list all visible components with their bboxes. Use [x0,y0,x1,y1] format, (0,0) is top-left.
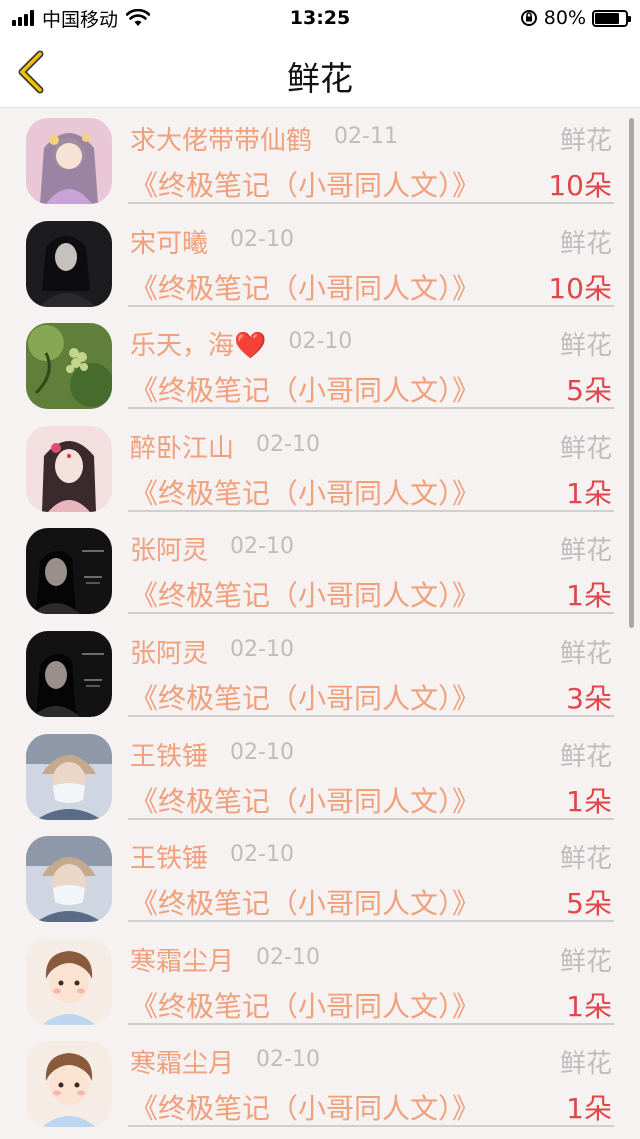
flower-count: 1朵 [566,1092,612,1126]
user-name[interactable]: 张阿灵 [130,633,208,670]
book-title-link[interactable]: 《终极笔记（小哥同人文）》 [130,882,480,922]
page-title: 鲜花 [287,59,353,98]
user-name[interactable]: 寒霜尘月 [130,941,234,978]
avatar[interactable] [26,733,112,820]
user-name[interactable]: 求大佬带带仙鹤 [130,120,312,157]
book-title-link[interactable]: 《终极笔记（小哥同人文）》 [130,1087,480,1127]
user-name[interactable]: 张阿灵 [130,530,208,567]
scrollbar[interactable] [629,118,634,628]
flower-count: 10朵 [548,169,612,202]
book-title-link[interactable]: 《终极笔记（小哥同人文）》 [130,677,480,717]
flower-count: 3朵 [566,681,612,715]
gift-type: 鲜花 [559,844,612,875]
list-item[interactable]: 寒霜尘月 02-10 鲜花《终极笔记（小哥同人文）》 1朵 [0,1031,640,1134]
gift-date: 02-11 [334,124,398,149]
avatar[interactable] [26,630,112,717]
avatar[interactable] [26,1041,112,1128]
user-name[interactable]: 王铁锤 [130,736,208,773]
user-name[interactable]: 王铁锤 [130,838,208,875]
divider [128,920,614,923]
gift-type: 鲜花 [559,536,612,567]
gift-date: 02-10 [256,431,320,457]
flower-count: 1朵 [566,476,612,510]
avatar[interactable] [26,323,112,410]
gift-type: 鲜花 [559,946,612,977]
avatar[interactable] [26,938,112,1025]
avatar[interactable] [26,528,112,615]
nav-bar: 鲜花 [0,36,640,108]
flower-count: 1朵 [566,579,612,613]
avatar[interactable] [26,118,112,204]
rotation-lock-icon [520,10,537,26]
avatar[interactable] [26,425,112,512]
gift-date: 02-10 [230,534,294,560]
user-name[interactable]: 乐天，海❤️ [130,325,266,362]
list-item[interactable]: 王铁锤 02-10 鲜花《终极笔记（小哥同人文）》 5朵 [0,826,640,929]
gift-type: 鲜花 [559,741,612,772]
gift-type: 鲜花 [559,228,612,259]
list-item[interactable]: 寒霜尘月 02-10 鲜花《终极笔记（小哥同人文）》 1朵 [0,929,640,1032]
list-item[interactable]: 求大佬带带仙鹤 02-11 鲜花《终极笔记（小哥同人文）》 10朵 [0,108,640,211]
gift-type: 鲜花 [559,1049,612,1080]
list-item[interactable]: 张阿灵 02-10 鲜花《终极笔记（小哥同人文）》 3朵 [0,621,640,724]
book-title-link[interactable]: 《终极笔记（小哥同人文）》 [130,472,480,512]
gift-date: 02-10 [230,842,294,868]
list-item[interactable]: 王铁锤 02-10 鲜花《终极笔记（小哥同人文）》 1朵 [0,724,640,827]
gift-date: 02-10 [230,739,294,765]
gift-type: 鲜花 [559,638,612,669]
divider [128,509,614,512]
book-title-link[interactable]: 《终极笔记（小哥同人文）》 [130,574,480,614]
book-title-link[interactable]: 《终极笔记（小哥同人文）》 [130,985,480,1025]
battery-icon [592,9,631,27]
status-left: 中国移动 [12,5,151,32]
divider [128,407,614,410]
gift-type: 鲜花 [559,126,612,156]
carrier-label: 中国移动 [42,8,119,31]
book-title-link[interactable]: 《终极笔记（小哥同人文）》 [130,267,480,307]
divider [128,304,614,307]
gift-type: 鲜花 [559,433,612,464]
signal-icon [12,10,34,26]
list-item[interactable]: 乐天，海❤️ 02-10 鲜花《终极笔记（小哥同人文）》 5朵 [0,313,640,416]
flower-count: 5朵 [566,374,612,408]
wifi-icon [126,9,151,26]
gift-date: 02-10 [230,636,294,662]
divider [128,714,614,717]
flower-count: 10朵 [548,271,612,305]
divider [128,1022,614,1025]
flower-count: 1朵 [566,989,612,1023]
divider [128,612,614,615]
avatar[interactable] [26,836,112,923]
status-right: 80% [520,7,631,29]
gift-list[interactable]: 求大佬带带仙鹤 02-11 鲜花 《终极笔记（小哥同人文）》 10朵 宋可曦 02-10 鲜花… [0,108,640,1139]
gift-date: 02-10 [256,944,320,970]
divider [128,202,614,204]
list-item[interactable]: 宋可曦 02-10 鲜花《终极笔记（小哥同人文）》 10朵 [0,211,640,314]
flower-count: 1朵 [566,784,612,818]
list-item[interactable]: 张阿灵 02-10 鲜花《终极笔记（小哥同人文）》 1朵 [0,518,640,621]
divider [128,1125,614,1128]
user-name[interactable]: 醉卧江山 [130,428,234,465]
gift-date: 02-10 [256,1047,320,1073]
list-item[interactable]: 醉卧江山 02-10 鲜花《终极笔记（小哥同人文）》 1朵 [0,416,640,519]
gift-date: 02-10 [230,226,294,252]
avatar[interactable] [26,220,112,307]
gift-type: 鲜花 [559,331,612,362]
battery-percent: 80% [543,7,586,29]
divider [128,817,614,820]
user-name[interactable]: 寒霜尘月 [130,1043,234,1080]
gift-date: 02-10 [288,329,353,355]
book-title-link[interactable]: 《终极笔记（小哥同人文）》 [130,369,480,409]
flower-count: 5朵 [566,887,612,921]
book-title-link[interactable]: 《终极笔记（小哥同人文）》 [130,164,480,204]
status-bar: 中国移动 13:25 80% [0,0,640,36]
book-title-link[interactable]: 《终极笔记（小哥同人文）》 [130,780,480,820]
user-name[interactable]: 宋可曦 [130,223,208,260]
